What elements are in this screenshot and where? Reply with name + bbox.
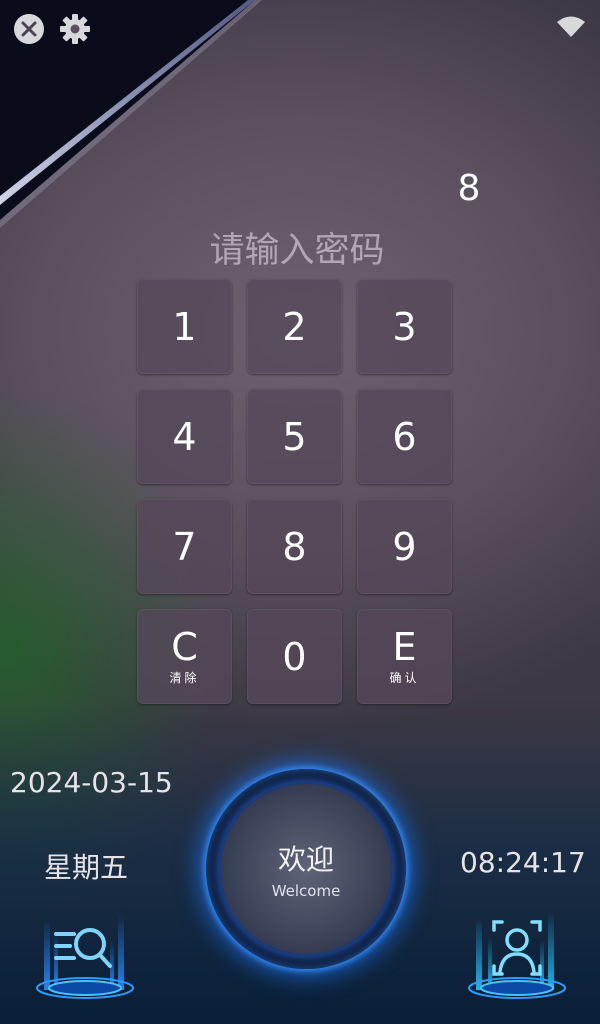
time-text: 08:24:17 [460, 846, 586, 879]
key-2[interactable]: 2 [247, 279, 342, 374]
key-label: 3 [392, 304, 417, 349]
key-1[interactable]: 1 [137, 279, 232, 374]
welcome-button[interactable]: 欢迎 Welcome [206, 769, 406, 969]
face-recognition-icon [468, 912, 566, 999]
search-record-button[interactable] [30, 900, 140, 1008]
key-0[interactable]: 0 [247, 609, 342, 704]
key-3[interactable]: 3 [357, 279, 452, 374]
key-label: 7 [172, 524, 197, 569]
wifi-status [554, 10, 588, 44]
settings-button[interactable] [58, 12, 92, 46]
key-label: 8 [282, 524, 307, 569]
key-4[interactable]: 4 [137, 389, 232, 484]
date-text: 2024-03-15 [10, 766, 173, 799]
key-label: 2 [282, 304, 307, 349]
key-label: 4 [172, 414, 197, 459]
key-6[interactable]: 6 [357, 389, 452, 484]
close-icon [14, 14, 44, 44]
search-record-icon [36, 914, 134, 999]
key-label: 0 [282, 634, 307, 679]
key-label: 1 [172, 304, 197, 349]
clear-key[interactable]: C 清除 [137, 609, 232, 704]
welcome-title: 欢迎 [277, 843, 334, 876]
key-sublabel: 清除 [169, 671, 200, 685]
key-label: C [171, 625, 198, 669]
key-label: 5 [282, 414, 307, 459]
key-7[interactable]: 7 [137, 499, 232, 594]
gear-icon [60, 14, 90, 44]
wifi-icon [557, 16, 585, 37]
key-label: 9 [392, 524, 417, 569]
password-digits: 8 [457, 168, 483, 209]
welcome-subtitle: Welcome [271, 882, 341, 900]
key-5[interactable]: 5 [247, 389, 342, 484]
face-recognition-button[interactable] [462, 900, 572, 1008]
key-9[interactable]: 9 [357, 499, 452, 594]
enter-key[interactable]: E 确认 [357, 609, 452, 704]
weekday-text: 星期五 [44, 851, 129, 884]
keypad: 1 2 3 4 5 6 7 8 9 C 清除 0 E 确认 [137, 279, 455, 705]
key-label: 6 [392, 414, 417, 459]
welcome-inner-circle: 欢迎 Welcome [221, 784, 391, 954]
password-prompt: 请输入密码 [209, 231, 385, 271]
key-label: E [392, 625, 417, 669]
key-sublabel: 确认 [389, 671, 420, 685]
close-button[interactable] [12, 12, 46, 46]
key-8[interactable]: 8 [247, 499, 342, 594]
